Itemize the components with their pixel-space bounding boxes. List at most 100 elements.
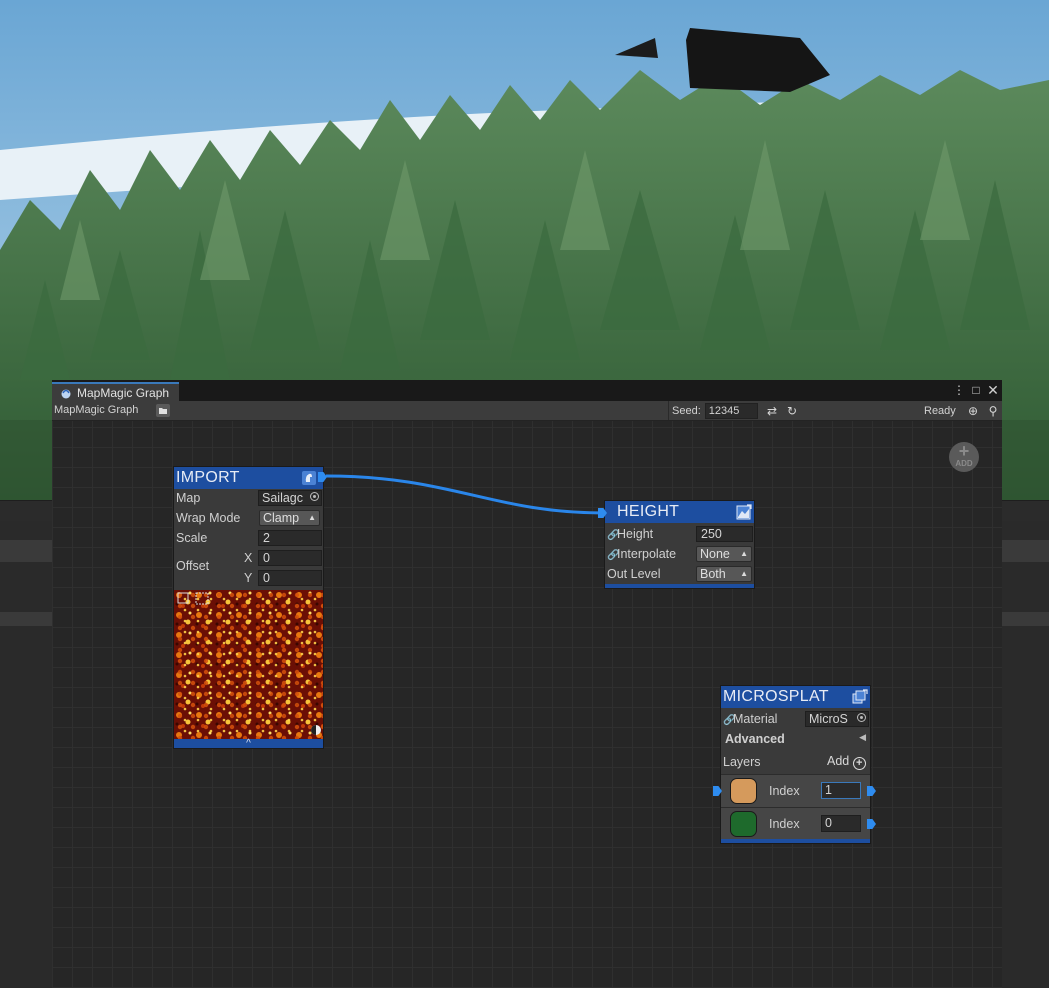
height-row: 🔗Height 250: [605, 525, 754, 543]
import-collapse-button[interactable]: ^: [174, 738, 323, 749]
wrap-mode-value: Clamp: [263, 511, 300, 525]
layer-input-port[interactable]: [713, 786, 722, 796]
layer-item[interactable]: Index 0: [721, 807, 876, 840]
import-node-header[interactable]: IMPORT: [174, 467, 323, 489]
import-to-height-link: [325, 474, 605, 515]
height-field[interactable]: 250: [696, 526, 753, 542]
import-node[interactable]: IMPORT Map Sailagc Wrap Mode Clamp ▲ Sca…: [173, 466, 327, 749]
offset-x-label: X: [244, 551, 253, 565]
seed-input[interactable]: [704, 402, 758, 419]
height-node-footer: [605, 584, 754, 588]
import-map-preview: [174, 590, 323, 740]
add-node-button[interactable]: + ADD: [949, 442, 979, 472]
advanced-foldout[interactable]: Advanced ◀: [721, 730, 870, 748]
map-label: Map: [176, 491, 201, 505]
map-value: Sailagc: [262, 491, 303, 505]
layer-color-swatch[interactable]: [730, 811, 757, 837]
add-circle-icon: +: [852, 757, 866, 770]
height-label-text: Height: [617, 527, 654, 541]
window-tab[interactable]: MapMagic Graph: [52, 382, 180, 401]
advanced-label: Advanced: [725, 732, 785, 746]
height-label: 🔗Height: [607, 527, 653, 541]
graph-name-label: MapMagic Graph: [54, 404, 139, 416]
mapmagic-graph-window: MapMagic Graph ⋮ □ ✕ MapMagic Graph Seed…: [52, 380, 1002, 988]
height-node[interactable]: HEIGHT 🔗Height 250 🔗Interpolate None ▲ O…: [598, 500, 755, 589]
add-label: ADD: [955, 459, 973, 468]
offset-y-label: Y: [244, 571, 253, 585]
height-node-header[interactable]: HEIGHT: [605, 501, 754, 523]
layer-index-field[interactable]: 0: [821, 815, 861, 832]
foldout-arrow-icon: ◀: [859, 732, 866, 742]
graph-canvas[interactable]: + ADD IMPORT Map Sailagc Wrap Mode Clamp…: [52, 421, 1002, 988]
layer-color-swatch[interactable]: [730, 778, 757, 804]
dropdown-arrows-icon: ▲: [740, 549, 748, 558]
interpolate-label: 🔗Interpolate: [607, 547, 676, 561]
import-node-title: IMPORT: [176, 469, 240, 486]
rotate-icon[interactable]: ↻: [785, 404, 799, 418]
collapse-icon: ^: [246, 738, 251, 749]
status-text: Ready: [924, 405, 956, 417]
offset-label: Offset: [176, 559, 210, 573]
microsplat-node-title: MICROSPLAT: [723, 688, 829, 705]
microsplat-node-footer: [721, 839, 870, 843]
material-value: MicroS: [809, 712, 848, 726]
dropdown-arrows-icon: ▲: [740, 569, 748, 578]
window-tab-bar: MapMagic Graph ⋮ □ ✕: [52, 380, 1002, 401]
layer-item[interactable]: Index 1: [713, 774, 876, 807]
out-level-dropdown[interactable]: Both ▲: [696, 566, 752, 582]
layers-row: Layers Add +: [721, 753, 870, 771]
graph-toolbar: MapMagic Graph Seed: ⇄ ↻ Ready ⊕ ⚲: [52, 401, 1002, 421]
microsplat-node-header[interactable]: MICROSPLAT: [721, 686, 870, 708]
import-offset-row: Offset X 0 Y 0: [174, 549, 323, 589]
object-picker-icon[interactable]: [857, 713, 866, 722]
material-label: 🔗Material: [723, 712, 777, 726]
microsplat-node[interactable]: MICROSPLAT 🔗Material MicroS Advanced ◀ L…: [713, 685, 876, 844]
height-output-icon: [736, 504, 752, 520]
focus-target-icon[interactable]: ⊕: [966, 404, 980, 418]
wrap-mode-label: Wrap Mode: [176, 511, 241, 525]
window-tab-title: MapMagic Graph: [77, 385, 170, 400]
maximize-icon[interactable]: □: [969, 383, 983, 397]
out-level-label: Out Level: [607, 567, 661, 581]
material-label-text: Material: [733, 712, 778, 726]
object-picker-icon[interactable]: [310, 492, 319, 501]
height-node-title: HEIGHT: [617, 503, 680, 520]
import-icon: [302, 471, 316, 485]
zoom-icon[interactable]: ⚲: [986, 404, 1000, 418]
scale-field[interactable]: 2: [258, 530, 322, 546]
mapmagic-icon: [61, 389, 71, 398]
material-row: 🔗Material MicroS: [721, 710, 870, 728]
out-level-value: Both: [700, 567, 726, 581]
layers-label: Layers: [723, 755, 761, 769]
layer-index-field[interactable]: 1: [821, 782, 861, 799]
link-icon: 🔗: [607, 530, 620, 541]
add-layer-button[interactable]: Add +: [827, 754, 866, 770]
import-wrap-mode-row: Wrap Mode Clamp ▲: [174, 509, 323, 527]
interpolate-value: None: [700, 547, 730, 561]
seed-control: Seed:: [668, 401, 758, 420]
microsplat-output-icon: [852, 689, 868, 704]
interpolate-label-text: Interpolate: [617, 547, 677, 561]
folder-icon[interactable]: [156, 404, 170, 417]
refresh-icon[interactable]: ⇄: [765, 404, 779, 418]
link-icon: 🔗: [607, 550, 620, 561]
offset-x-field[interactable]: 0: [258, 550, 322, 566]
link-icon: 🔗: [723, 715, 736, 726]
wrap-mode-dropdown[interactable]: Clamp ▲: [259, 510, 320, 526]
map-object-field[interactable]: Sailagc: [258, 490, 322, 506]
layer-index-label: Index: [769, 817, 800, 831]
add-layer-label: Add: [827, 754, 850, 768]
plus-icon: +: [958, 441, 970, 461]
scale-label: Scale: [176, 531, 208, 545]
layer-index-label: Index: [769, 784, 800, 798]
offset-y-field[interactable]: 0: [258, 570, 322, 586]
out-level-row: Out Level Both ▲: [605, 565, 754, 583]
import-map-row: Map Sailagc: [174, 489, 323, 507]
interpolate-dropdown[interactable]: None ▲: [696, 546, 752, 562]
vertical-ellipsis-icon[interactable]: ⋮: [952, 383, 966, 397]
dropdown-arrows-icon: ▲: [308, 513, 316, 522]
seed-label: Seed:: [672, 404, 701, 417]
material-object-field[interactable]: MicroS: [805, 711, 869, 727]
import-scale-row: Scale 2: [174, 529, 323, 547]
close-icon[interactable]: ✕: [986, 383, 1000, 397]
